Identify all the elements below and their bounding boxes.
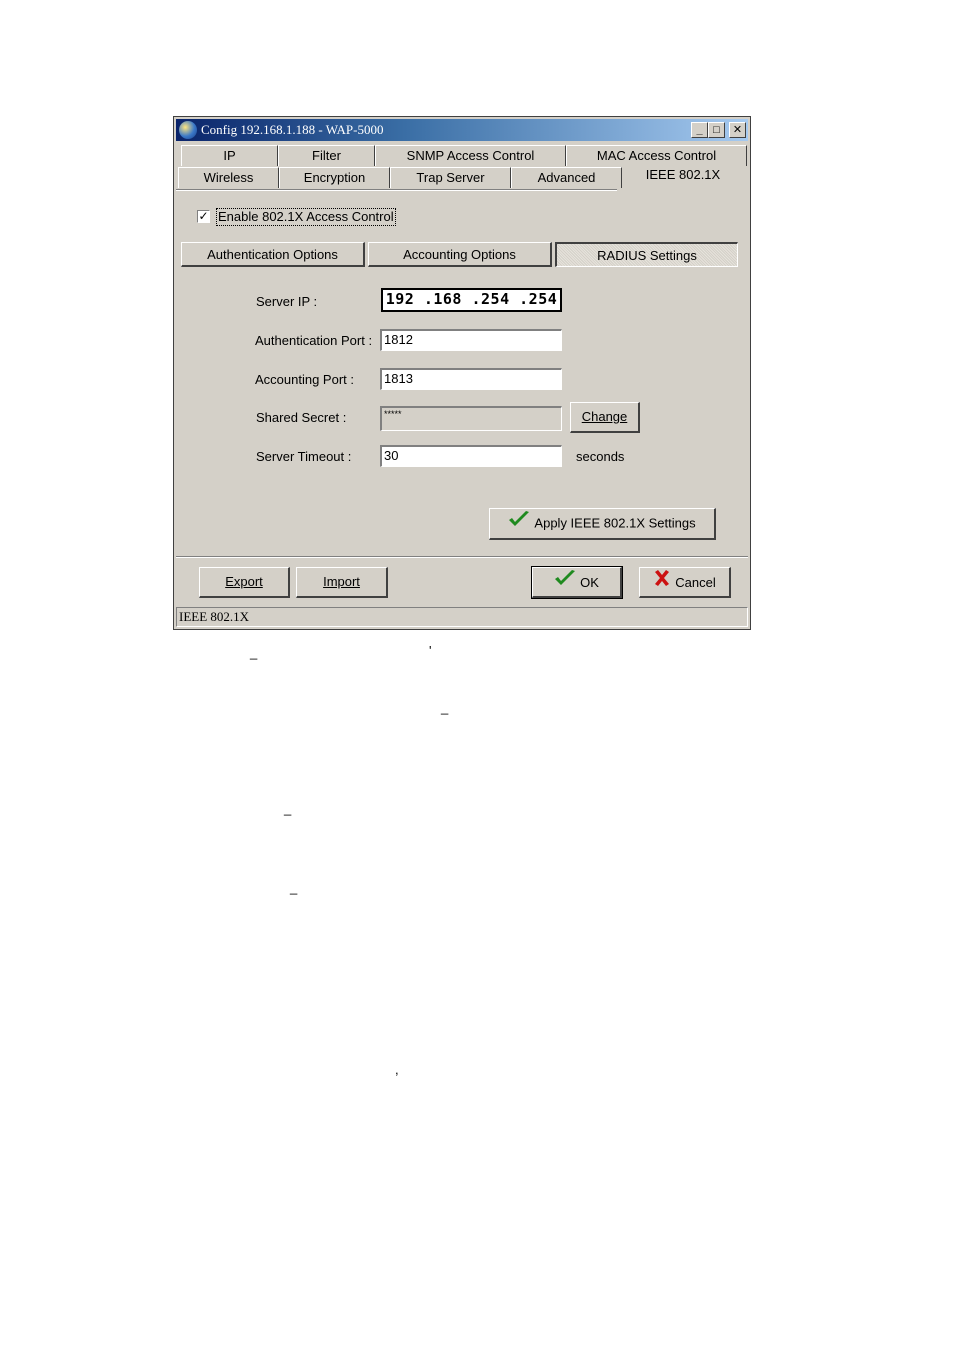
tab-filter[interactable]: Filter [278,145,375,166]
green-check-icon [554,569,576,596]
subtab-authentication-options[interactable]: Authentication Options [181,242,365,267]
accounting-port-label: Accounting Port : [255,372,354,387]
shared-secret-label: Shared Secret : [256,410,347,425]
page-mark-dash: _ [441,700,449,715]
cancel-button[interactable]: Cancel [639,567,731,598]
tab-snmp-access-control[interactable]: SNMP Access Control [375,145,566,166]
panel-bottom-edge [176,556,748,558]
status-bar: IEEE 802.1X [176,607,748,627]
subtab-accounting-options[interactable]: Accounting Options [368,242,552,267]
cancel-button-label: Cancel [675,575,716,591]
import-button[interactable]: Import [296,567,388,598]
server-ip-input[interactable]: 192 .168 .254 .254 [381,288,562,312]
red-x-icon [653,569,671,596]
enable-8021x-label[interactable]: Enable 802.1X Access Control [216,208,396,226]
shared-secret-input: ***** [380,406,562,431]
tab-ip[interactable]: IP [181,145,278,166]
tab-panel-edge [176,189,617,191]
tab-encryption[interactable]: Encryption [279,167,390,188]
change-button[interactable]: Change [570,402,640,433]
seconds-unit-label: seconds [576,449,625,464]
enable-8021x-checkbox[interactable]: ✓ [197,210,210,223]
change-button-label: Change [581,409,628,424]
page-mark-comma: , [395,1062,399,1077]
page-mark-dash: _ [250,645,258,660]
page-mark-dash: _ [290,880,298,895]
ok-button[interactable]: OK [531,566,623,599]
window-title: Config 192.168.1.188 - WAP-5000 [201,122,384,137]
maximize-button[interactable]: □ [708,122,725,138]
export-button-label: Export [225,574,263,589]
export-button[interactable]: Export [199,567,290,598]
tab-trap-server[interactable]: Trap Server [390,167,511,188]
apply-8021x-settings-button[interactable]: Apply IEEE 802.1X Settings [489,508,716,540]
page-mark-dash: _ [284,801,292,816]
authentication-port-label: Authentication Port : [255,333,373,348]
tab-ieee-8021x[interactable]: IEEE 802.1X [622,165,744,186]
minimize-button[interactable]: _ [691,122,708,138]
authentication-port-input[interactable]: 1812 [380,329,562,351]
tab-mac-access-control[interactable]: MAC Access Control [566,145,747,166]
ok-button-label: OK [580,575,599,591]
green-check-icon [508,510,530,538]
accounting-port-input[interactable]: 1813 [380,368,562,390]
tab-advanced[interactable]: Advanced [511,167,622,188]
globe-icon [179,121,197,139]
server-timeout-input[interactable]: 30 [380,445,562,467]
apply-button-label: Apply IEEE 802.1X Settings [534,515,696,531]
subtab-radius-settings[interactable]: RADIUS Settings [555,242,738,267]
import-button-label: Import [323,574,360,589]
close-button[interactable]: ✕ [729,122,746,138]
tab-wireless[interactable]: Wireless [178,167,279,188]
page-mark-tick: ' [429,643,432,658]
server-ip-label: Server IP : [256,294,318,309]
config-window: Config 192.168.1.188 - WAP-5000 _ □ ✕ IP… [173,116,751,630]
title-bar[interactable]: Config 192.168.1.188 - WAP-5000 _ □ ✕ [176,119,748,141]
server-timeout-label: Server Timeout : [256,449,352,464]
